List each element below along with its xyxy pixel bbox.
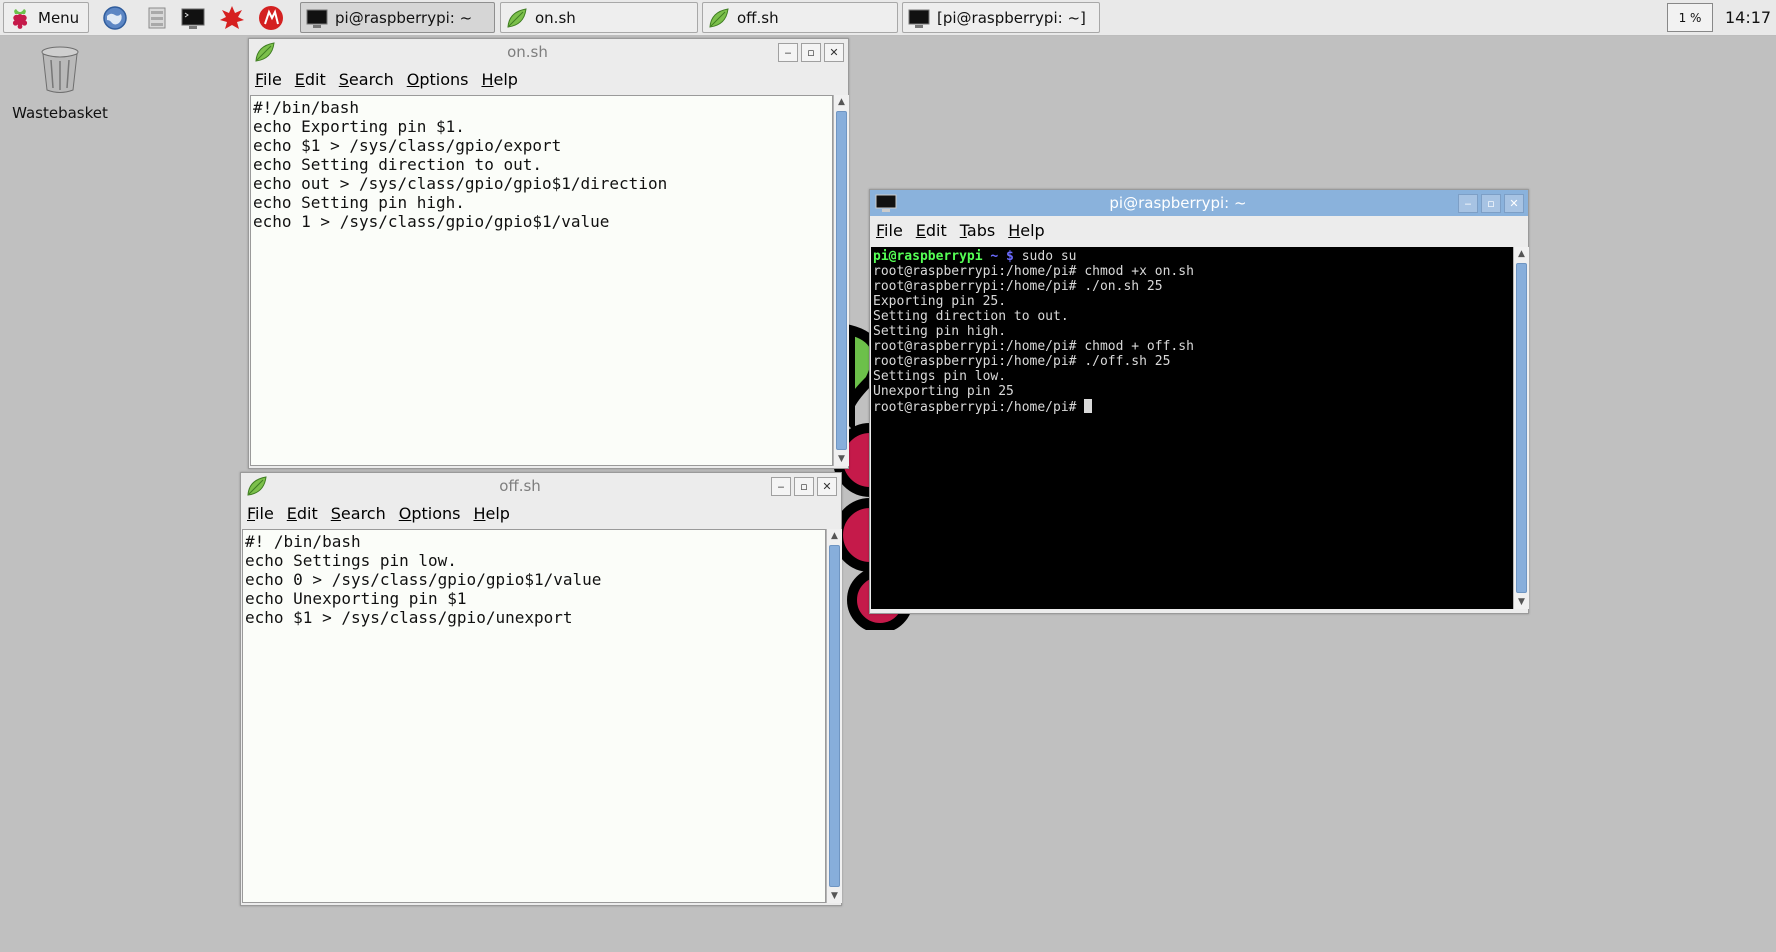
text-editor-area[interactable]: #! /bin/bash echo Settings pin low. echo… <box>242 529 826 903</box>
leafpad-icon <box>255 42 275 62</box>
terminal-line: root@raspberrypi:/home/pi# ./off.sh 25 <box>873 354 1171 369</box>
scroll-down-icon[interactable]: ▼ <box>827 889 842 903</box>
menu-edit[interactable]: Edit <box>287 504 318 523</box>
menu-options[interactable]: Options <box>399 504 461 523</box>
menu-button[interactable]: Menu <box>3 2 89 33</box>
menu-search[interactable]: Search <box>331 504 386 523</box>
minimize-button[interactable]: ‒ <box>778 42 798 62</box>
terminal-icon <box>875 194 897 212</box>
file-manager-icon[interactable] <box>143 4 171 32</box>
menubar: File Edit Tabs Help <box>870 216 1528 244</box>
menu-label: Menu <box>38 8 80 27</box>
scroll-down-icon[interactable]: ▼ <box>834 452 849 466</box>
close-button[interactable]: ✕ <box>817 476 837 496</box>
terminal-line: Setting direction to out. <box>873 309 1069 324</box>
terminal-launcher-icon[interactable] <box>179 4 207 32</box>
close-button[interactable]: ✕ <box>1504 193 1524 213</box>
scrollbar-thumb[interactable] <box>836 111 847 450</box>
menu-file[interactable]: File <box>876 221 903 240</box>
terminal-line: root@raspberrypi:/home/pi# chmod +x on.s… <box>873 264 1194 279</box>
clock[interactable]: 14:17 <box>1725 8 1771 27</box>
menu-file[interactable]: File <box>255 70 282 89</box>
maximize-button[interactable]: ▫ <box>1481 193 1501 213</box>
vertical-scrollbar[interactable]: ▲ ▼ <box>1513 247 1529 609</box>
scroll-up-icon[interactable]: ▲ <box>827 529 842 543</box>
close-button[interactable]: ✕ <box>824 42 844 62</box>
wolfram-icon[interactable] <box>257 4 285 32</box>
trash-icon <box>41 46 79 93</box>
menubar: File Edit Search Options Help <box>249 65 848 93</box>
task-label: off.sh <box>737 8 779 27</box>
minimize-button[interactable]: ‒ <box>1458 193 1478 213</box>
wastebasket-label: Wastebasket <box>12 104 108 122</box>
terminal-line: root@raspberrypi:/home/pi# chmod + off.s… <box>873 339 1194 354</box>
maximize-button[interactable]: ▫ <box>794 476 814 496</box>
vertical-scrollbar[interactable]: ▲ ▼ <box>833 95 849 466</box>
leafpad-icon <box>709 7 729 28</box>
titlebar[interactable]: off.sh ‒ ▫ ✕ <box>241 473 841 499</box>
terminal-line: root@raspberrypi:/home/pi# ./on.sh 25 <box>873 279 1163 294</box>
minimize-button[interactable]: ‒ <box>771 476 791 496</box>
menu-options[interactable]: Options <box>407 70 469 89</box>
task-label: [pi@raspberrypi: ~] <box>937 8 1086 27</box>
scrollbar-thumb[interactable] <box>829 545 840 887</box>
terminal-line: root@raspberrypi:/home/pi# <box>873 399 1511 415</box>
terminal-line: pi@raspberrypi ~ $ sudo su <box>873 249 1077 264</box>
taskbar: Menu pi@raspberrypi: ~ on.sh off.sh [pi@… <box>0 0 1776 36</box>
scroll-up-icon[interactable]: ▲ <box>834 95 849 109</box>
wastebasket-desktop-icon[interactable]: Wastebasket <box>8 44 112 122</box>
terminal-line: Unexporting pin 25 <box>873 384 1014 399</box>
task-terminal-1[interactable]: pi@raspberrypi: ~ <box>300 2 495 33</box>
off-sh-editor-window: off.sh ‒ ▫ ✕ File Edit Search Options He… <box>240 472 842 906</box>
titlebar[interactable]: on.sh ‒ ▫ ✕ <box>249 39 848 65</box>
menu-tabs[interactable]: Tabs <box>960 221 995 240</box>
terminal-icon <box>908 9 930 28</box>
window-title: on.sh <box>507 43 548 61</box>
menu-file[interactable]: File <box>247 504 274 523</box>
terminal-output[interactable]: pi@raspberrypi ~ $ sudo su root@raspberry… <box>871 247 1513 609</box>
scrollbar-thumb[interactable] <box>1516 263 1527 593</box>
web-browser-icon[interactable] <box>101 4 129 32</box>
menu-search[interactable]: Search <box>339 70 394 89</box>
leafpad-icon <box>507 7 527 28</box>
task-label: on.sh <box>535 8 576 27</box>
window-title: pi@raspberrypi: ~ <box>1109 194 1247 212</box>
task-on-sh[interactable]: on.sh <box>500 2 698 33</box>
window-title: off.sh <box>499 477 541 495</box>
cpu-usage-monitor[interactable]: 1 % <box>1667 3 1713 32</box>
leafpad-icon <box>247 476 267 496</box>
scroll-up-icon[interactable]: ▲ <box>1514 247 1529 261</box>
task-label: pi@raspberrypi: ~ <box>335 8 473 27</box>
menu-help[interactable]: Help <box>473 504 509 523</box>
maximize-button[interactable]: ▫ <box>801 42 821 62</box>
on-sh-editor-window: on.sh ‒ ▫ ✕ File Edit Search Options Hel… <box>248 38 849 469</box>
menu-edit[interactable]: Edit <box>916 221 947 240</box>
raspberry-logo-icon <box>12 8 28 29</box>
menubar: File Edit Search Options Help <box>241 499 841 527</box>
text-cursor <box>1084 399 1093 413</box>
task-off-sh[interactable]: off.sh <box>702 2 898 33</box>
terminal-window: pi@raspberrypi: ~ ‒ ▫ ✕ File Edit Tabs H… <box>869 189 1529 614</box>
task-terminal-2[interactable]: [pi@raspberrypi: ~] <box>902 2 1100 33</box>
terminal-line: Exporting pin 25. <box>873 294 1007 309</box>
menu-help[interactable]: Help <box>481 70 517 89</box>
terminal-icon <box>306 9 328 28</box>
terminal-line: Setting pin high. <box>873 324 1007 339</box>
math-kernel-icon[interactable] <box>218 4 246 32</box>
scroll-down-icon[interactable]: ▼ <box>1514 595 1529 609</box>
text-editor-area[interactable]: #!/bin/bash echo Exporting pin $1. echo … <box>250 95 833 466</box>
terminal-line: Settings pin low. <box>873 369 1007 384</box>
menu-help[interactable]: Help <box>1008 221 1044 240</box>
vertical-scrollbar[interactable]: ▲ ▼ <box>826 529 842 903</box>
menu-edit[interactable]: Edit <box>295 70 326 89</box>
titlebar[interactable]: pi@raspberrypi: ~ ‒ ▫ ✕ <box>870 190 1528 216</box>
